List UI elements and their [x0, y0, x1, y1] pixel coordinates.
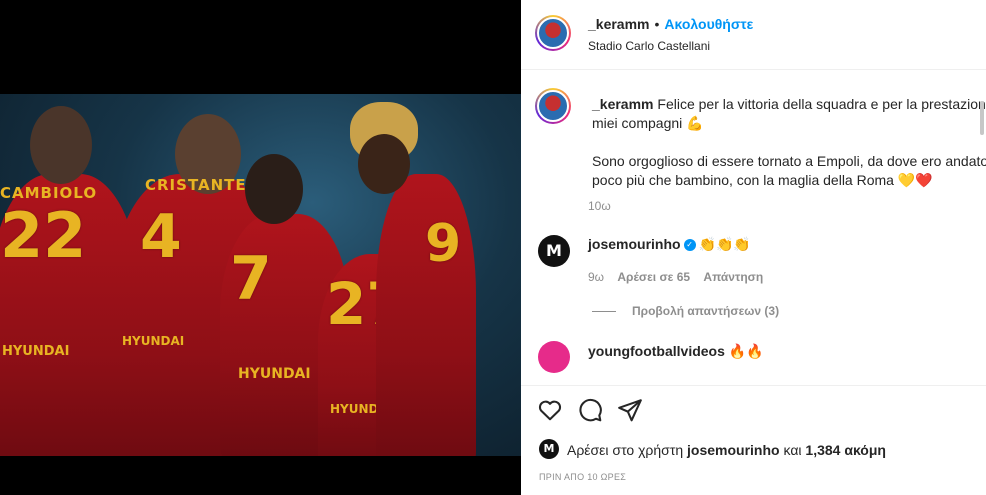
- comment-age[interactable]: 9ω: [588, 270, 604, 284]
- caption: _keramm Felice per la vittoria della squ…: [592, 95, 986, 190]
- caption-line-3: Sono orgoglioso di essere tornato a Empo…: [592, 153, 986, 169]
- likes-middle: και: [783, 442, 802, 458]
- comment-text: 🔥🔥: [728, 343, 764, 359]
- comment-youngfootballvideos: youngfootballvideos 🔥🔥: [588, 343, 764, 360]
- comment-username[interactable]: josemourinho: [588, 236, 681, 252]
- player-left-number: 22: [0, 199, 87, 272]
- comment-josemourinho: josemourinho ✓ 👏👏👏: [588, 236, 751, 253]
- comment-icon[interactable]: [577, 397, 603, 423]
- media-pane: CAMBIOLO 22 HYUNDAI CRISTANTE 4 HYUNDAI …: [0, 0, 521, 495]
- player-left-head: [30, 106, 92, 184]
- caption-username[interactable]: _keramm: [592, 96, 654, 112]
- post-photo[interactable]: CAMBIOLO 22 HYUNDAI CRISTANTE 4 HYUNDAI …: [0, 94, 521, 456]
- replies-divider: [592, 311, 616, 313]
- likes-user[interactable]: josemourinho: [687, 442, 780, 458]
- author-username[interactable]: _keramm: [588, 16, 650, 32]
- likes-prefix: Αρέσει στο χρήστη: [567, 442, 684, 458]
- player-center-left-number: 4: [140, 202, 182, 272]
- player-right-number: 9: [425, 214, 462, 274]
- action-bar: M Αρέσει στο χρήστη josemourinho και 1,3…: [521, 385, 986, 495]
- likes-avatar[interactable]: M: [539, 439, 559, 459]
- likes-count[interactable]: 1,384 ακόμη: [805, 442, 886, 458]
- post-sidebar: _keramm • Ακολουθήστε Stadio Carlo Castell…: [521, 0, 986, 495]
- comment-text: 👏👏👏: [698, 236, 751, 252]
- comment-likes[interactable]: Αρέσει σε 65: [617, 270, 690, 284]
- player-center-number: 7: [230, 244, 272, 314]
- post-header: _keramm • Ακολουθήστε Stadio Carlo Castell…: [521, 0, 986, 70]
- player-left-sponsor: HYUNDAI: [2, 344, 70, 359]
- reply-button[interactable]: Απάντηση: [703, 270, 763, 284]
- likes-summary[interactable]: Αρέσει στο χρήστη josemourinho και 1,384…: [567, 442, 886, 458]
- verified-badge-icon: ✓: [683, 239, 696, 252]
- location-link[interactable]: Stadio Carlo Castellani: [588, 39, 710, 53]
- player-center-left-jersey-name: CRISTANTE: [145, 176, 247, 194]
- player-right-face: [358, 134, 410, 194]
- comments-list[interactable]: _keramm Felice per la vittoria della squ…: [521, 71, 986, 381]
- caption-age[interactable]: 10ω: [588, 199, 611, 213]
- heart-icon[interactable]: [537, 397, 563, 423]
- view-replies-label: Προβολή απαντήσεων (3): [632, 304, 780, 318]
- caption-avatar[interactable]: [535, 88, 571, 124]
- comments-scrollbar[interactable]: [980, 101, 984, 135]
- view-replies-button[interactable]: Προβολή απαντήσεων (3): [592, 304, 779, 318]
- player-center-left-sponsor: HYUNDAI: [122, 334, 185, 348]
- comment-avatar-josemourinho[interactable]: M: [538, 235, 570, 267]
- share-icon[interactable]: [617, 397, 643, 423]
- caption-line-1: Felice per la vittoria della squadra e p…: [657, 96, 986, 112]
- author-line: _keramm • Ακολουθήστε: [588, 16, 753, 34]
- player-center-sponsor: HYUNDAI: [238, 366, 311, 382]
- caption-line-2: miei compagni 💪: [592, 115, 704, 131]
- comment-username[interactable]: youngfootballvideos: [588, 343, 725, 359]
- caption-line-4: poco più che bambino, con la maglia dell…: [592, 172, 933, 188]
- post-timestamp[interactable]: ΠΡΙΝ ΑΠΟ 10 ΩΡΕΣ: [539, 472, 626, 482]
- separator-dot: •: [654, 16, 660, 32]
- comment-meta: 9ω Αρέσει σε 65 Απάντηση: [588, 270, 763, 284]
- player-center-head: [245, 154, 303, 224]
- follow-button[interactable]: Ακολουθήστε: [664, 16, 753, 32]
- comment-avatar-youngfootballvideos[interactable]: [538, 341, 570, 373]
- author-avatar[interactable]: [535, 15, 571, 51]
